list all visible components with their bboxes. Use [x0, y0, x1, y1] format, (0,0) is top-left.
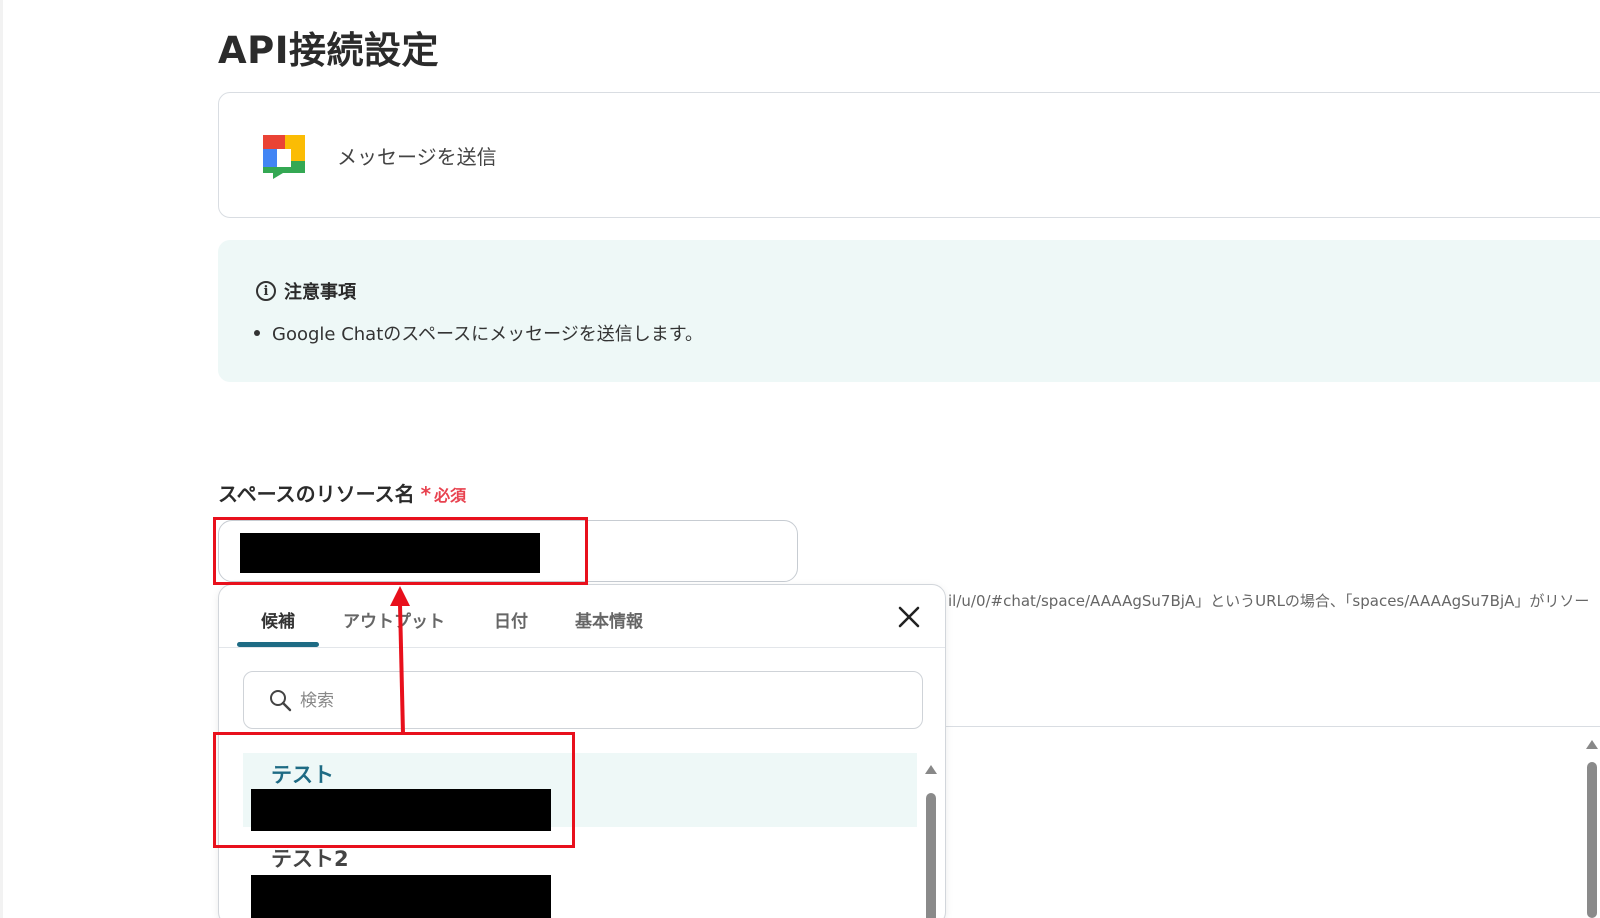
field-label-text: スペースのリソース名: [218, 482, 415, 506]
required-badge: * 必須: [421, 482, 466, 506]
search-input[interactable]: [298, 686, 902, 716]
field-hint: il/u/0/#chat/space/AAAAgSu7BjA」というURLの場合…: [948, 592, 1590, 610]
left-edge: [0, 0, 3, 918]
tab-output[interactable]: アウトプット: [343, 607, 445, 632]
search-box[interactable]: [243, 671, 923, 729]
annotation-box-input: [213, 517, 588, 585]
google-chat-icon: [263, 135, 305, 179]
redacted-value: [251, 875, 551, 918]
required-text: 必須: [434, 486, 467, 505]
tab-basic-info[interactable]: 基本情報: [575, 607, 643, 632]
info-icon: i: [256, 281, 276, 301]
action-label: メッセージを送信: [337, 145, 497, 169]
notice-title: 注意事項: [284, 282, 356, 303]
options-scroll-up-icon[interactable]: [925, 765, 937, 774]
tab-candidates[interactable]: 候補: [261, 607, 295, 632]
annotation-box-option: [213, 732, 575, 848]
search-icon: [270, 690, 292, 712]
action-card[interactable]: メッセージを送信: [218, 92, 1600, 218]
notice-header: i 注意事項: [256, 278, 356, 304]
notice-item-text: Google Chatのスペースにメッセージを送信します。: [272, 324, 703, 345]
dropdown-tabs: 候補 アウトプット 日付 基本情報: [219, 585, 945, 648]
tab-indicator: [237, 642, 319, 647]
close-icon[interactable]: [895, 603, 923, 631]
options-scrollbar[interactable]: [926, 793, 936, 918]
notice-item: Google Chatのスペースにメッセージを送信します。: [254, 320, 703, 346]
background-scrollbar[interactable]: [1587, 762, 1597, 918]
tab-date[interactable]: 日付: [494, 607, 528, 632]
bullet-icon: [254, 330, 260, 336]
page-title: API接続設定: [218, 29, 440, 72]
background-scroll-up-icon[interactable]: [1586, 740, 1598, 749]
required-star: *: [420, 482, 432, 506]
notice-panel: i 注意事項 Google Chatのスペースにメッセージを送信します。: [218, 240, 1600, 382]
page: API接続設定 メッセージを送信 i 注意事項 Google Chatのスペース…: [0, 0, 1600, 918]
field-label: スペースのリソース名 * 必須: [218, 478, 466, 507]
option-item[interactable]: テスト2: [243, 837, 917, 918]
background-divider: [944, 726, 1600, 727]
